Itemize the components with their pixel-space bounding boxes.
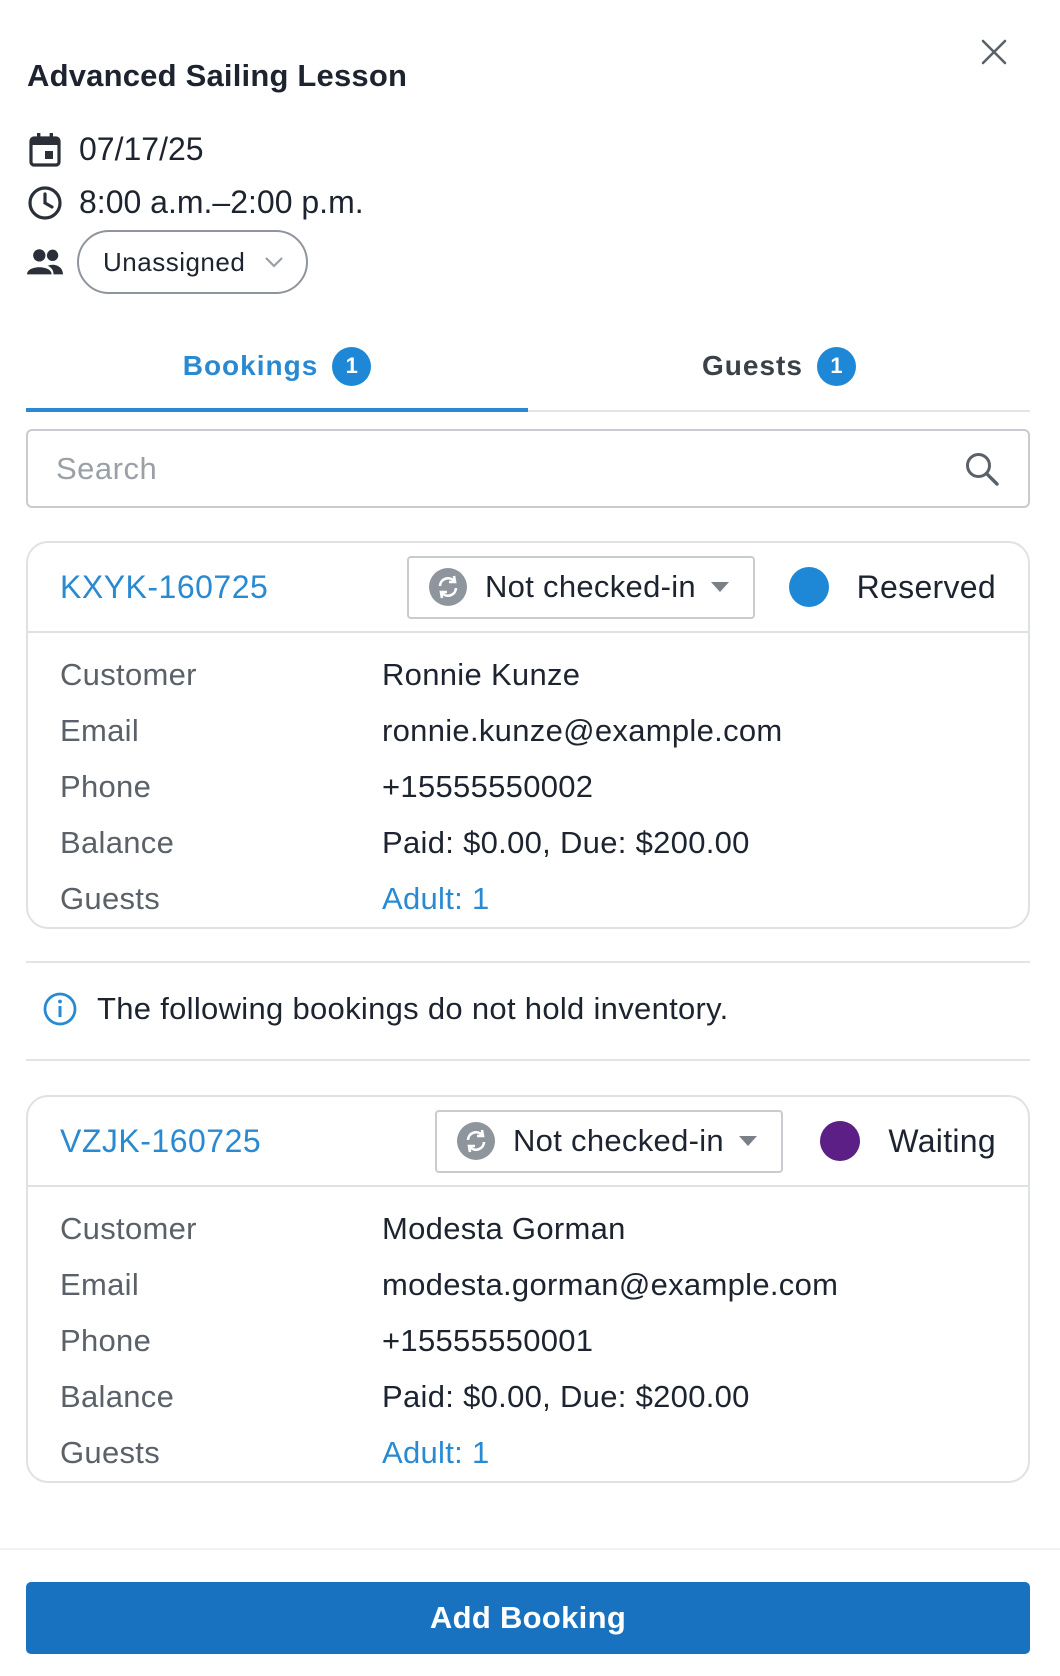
event-time: 8:00 a.m.–2:00 p.m. [79,184,364,220]
customer-value: Modesta Gorman [382,1211,626,1246]
status-dot [788,567,829,607]
phone-row: Phone +15555550001 [60,1313,996,1369]
booking-id-link[interactable]: VZJK-160725 [60,1123,261,1160]
booking-details: Customer Ronnie Kunze Email ronnie.kunze… [28,633,1028,927]
inventory-notice-text: The following bookings do not hold inven… [97,991,729,1026]
customer-row: Customer Ronnie Kunze [60,647,996,703]
guests-label: Guests [60,1435,161,1470]
staff-assign-value: Unassigned [103,246,246,277]
guests-link[interactable]: Adult: 1 [382,881,490,917]
caret-down-icon [738,1136,757,1146]
event-date: 07/17/25 [79,131,204,167]
guests-link[interactable]: Adult: 1 [382,1435,490,1471]
phone-row: Phone +15555550002 [60,759,996,815]
tab-bookings-count-badge: 1 [332,346,372,386]
customer-label: Customer [60,657,197,692]
divider [26,1059,1030,1061]
balance-value: Paid: $0.00, Due: $200.00 [382,1379,750,1414]
phone-value: +15555550001 [382,1323,594,1358]
booking-card-header: KXYK-160725 Not checked-in Reserved [28,543,1028,633]
customer-value: Ronnie Kunze [382,657,581,692]
email-label: Email [60,713,140,748]
divider [26,961,1030,963]
clock-icon [27,185,63,221]
guests-row: Guests Adult: 1 [60,1425,996,1481]
checkin-status-label: Not checked-in [485,569,696,604]
sync-icon [457,1122,495,1160]
email-label: Email [60,1267,140,1302]
balance-label: Balance [60,1379,175,1414]
booking-card: KXYK-160725 Not checked-in Reserved Cust… [26,541,1030,929]
balance-label: Balance [60,825,175,860]
tab-guests-count-badge: 1 [816,346,856,386]
phone-label: Phone [60,1323,152,1358]
caret-down-icon [710,582,729,592]
guests-row: Guests Adult: 1 [60,871,996,927]
balance-row: Balance Paid: $0.00, Due: $200.00 [60,1369,996,1425]
checkin-status-label: Not checked-in [513,1123,724,1158]
close-button[interactable] [976,34,1012,70]
inventory-notice: The following bookings do not hold inven… [43,991,729,1027]
balance-value: Paid: $0.00, Due: $200.00 [382,825,750,860]
email-row: Email modesta.gorman@example.com [60,1257,996,1313]
customer-label: Customer [60,1211,197,1246]
status-dot [820,1121,861,1161]
phone-value: +15555550002 [382,769,594,804]
booking-status: Reserved [788,567,996,607]
tab-guests[interactable]: Guests 1 [528,334,1030,410]
booking-card: VZJK-160725 Not checked-in Waiting Custo… [26,1095,1030,1483]
tab-bookings[interactable]: Bookings 1 [26,334,528,412]
status-label: Reserved [856,568,996,605]
tab-guests-label: Guests [702,350,803,381]
guests-label: Guests [60,881,161,916]
date-row: 07/17/25 [27,131,204,168]
email-value: ronnie.kunze@example.com [382,713,783,748]
staff-assign-select[interactable]: Unassigned [77,230,308,294]
staff-row: Unassigned [27,230,308,294]
tab-bar: Bookings 1 Guests 1 [26,334,1030,412]
add-booking-button[interactable]: Add Booking [26,1582,1030,1654]
checkin-status-select[interactable]: Not checked-in [407,555,755,619]
tab-bookings-label: Bookings [182,350,319,381]
time-row: 8:00 a.m.–2:00 p.m. [27,184,364,221]
page-title: Advanced Sailing Lesson [27,58,408,93]
search-box [26,429,1030,508]
checkin-status-select[interactable]: Not checked-in [435,1109,783,1173]
booking-details: Customer Modesta Gorman Email modesta.go… [28,1187,1028,1481]
phone-label: Phone [60,769,152,804]
balance-row: Balance Paid: $0.00, Due: $200.00 [60,815,996,871]
chevron-down-icon [265,257,283,268]
email-row: Email ronnie.kunze@example.com [60,703,996,759]
people-icon [27,244,63,280]
booking-card-header: VZJK-160725 Not checked-in Waiting [28,1097,1028,1187]
search-icon[interactable] [964,451,1000,487]
close-icon [981,39,1007,65]
email-value: modesta.gorman@example.com [382,1267,839,1302]
booking-id-link[interactable]: KXYK-160725 [60,569,268,606]
customer-row: Customer Modesta Gorman [60,1201,996,1257]
calendar-icon [27,132,63,168]
search-input[interactable] [56,450,906,487]
info-icon [43,992,77,1026]
sync-icon [429,568,467,606]
booking-status: Waiting [820,1121,996,1161]
status-label: Waiting [888,1122,996,1159]
